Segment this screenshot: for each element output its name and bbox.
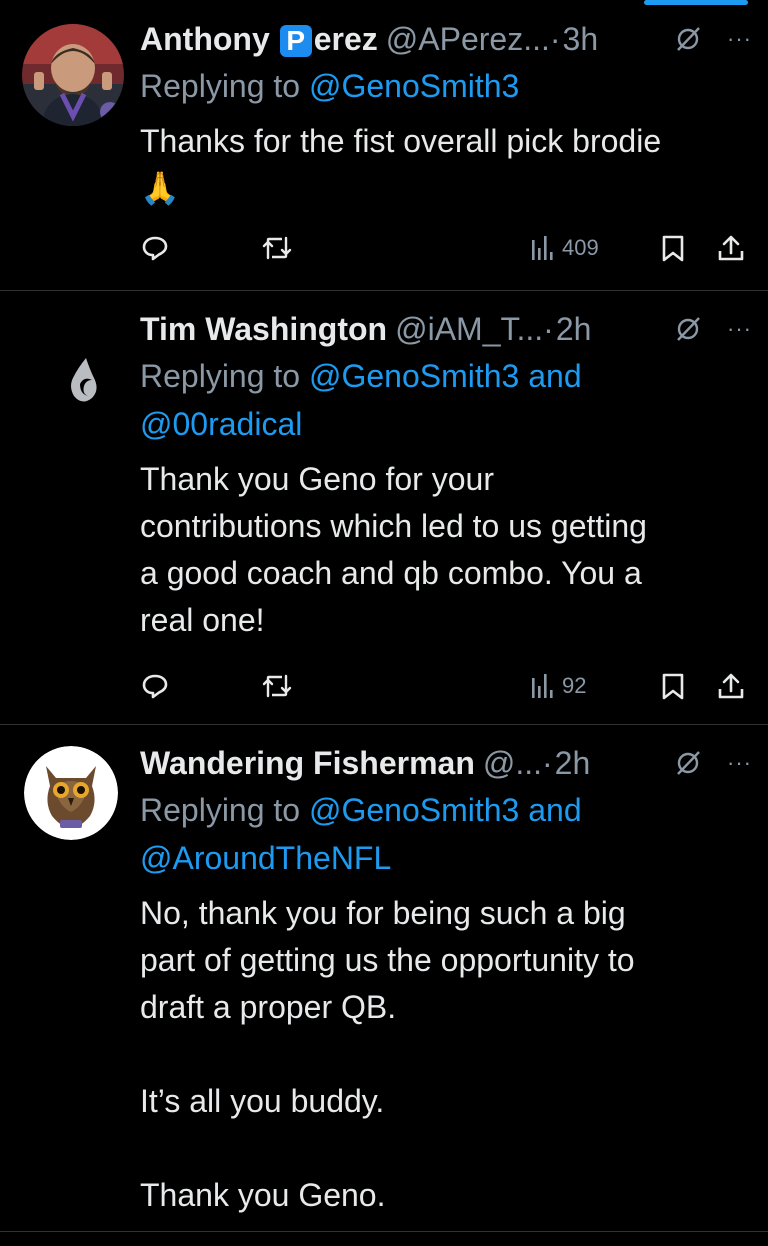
mute-icon[interactable] [673, 24, 703, 54]
replying-to: Replying to @GenoSmith3 [140, 62, 752, 110]
author-name[interactable]: Tim Washington [140, 308, 387, 350]
drop-logo-icon [22, 314, 124, 416]
views-icon [532, 674, 553, 698]
tweet-content: Anthony Perez @APerez... · 3h ··· Replyin… [140, 18, 752, 212]
tweet-content: Tim Washington @iAM_T... · 2h ··· Replyi… [140, 308, 752, 644]
bookmark-button[interactable] [660, 228, 686, 268]
share-button[interactable] [716, 666, 746, 706]
header-icons: ··· [673, 18, 752, 60]
reply-tweet[interactable]: Anthony Perez @APerez... · 3h ··· Replyin… [0, 0, 768, 290]
views-button[interactable]: 92 [530, 666, 586, 706]
owl-avatar-icon [24, 746, 118, 840]
mention-link[interactable]: @GenoSmith3 [309, 68, 519, 104]
share-icon [718, 235, 744, 261]
tweet-header: Anthony Perez @APerez... · 3h ··· [140, 18, 752, 60]
bookmark-icon [662, 673, 684, 700]
bookmark-icon [662, 235, 684, 262]
tweet-text: No, thank you for being such a big part … [140, 895, 635, 1213]
reply-icon [142, 236, 168, 261]
reply-icon [142, 674, 168, 699]
reply-tweet[interactable]: Tim Washington @iAM_T... · 2h ··· Replyi… [0, 290, 768, 724]
more-icon[interactable]: ··· [727, 18, 752, 60]
bookmark-button[interactable] [660, 666, 686, 706]
views-icon [532, 236, 553, 260]
header-icons: ··· [673, 742, 752, 784]
action-bar: 92 [140, 666, 746, 706]
share-button[interactable] [716, 228, 746, 268]
author-name-part: erez [313, 21, 378, 57]
more-icon[interactable]: ··· [727, 308, 752, 350]
avatar[interactable] [22, 24, 124, 126]
replying-to: Replying to @GenoSmith3 and @00radical [140, 352, 752, 448]
author-handle[interactable]: @iAM_T... [395, 308, 543, 350]
share-icon [718, 673, 744, 699]
separator-dot: · [542, 745, 553, 781]
timestamp[interactable]: 2h [555, 742, 591, 784]
avatar[interactable] [22, 314, 124, 416]
retweet-button[interactable] [260, 666, 294, 706]
author-handle[interactable]: @APerez... [386, 18, 550, 60]
avatar[interactable] [24, 746, 118, 840]
replying-to-label: Replying to [140, 792, 309, 828]
author-name[interactable]: Anthony Perez [140, 18, 378, 60]
timestamp[interactable]: 2h [556, 308, 592, 350]
tweet-header: Tim Washington @iAM_T... · 2h ··· [140, 308, 752, 350]
mention-joiner: and [519, 792, 582, 828]
replying-to-label: Replying to [140, 358, 309, 394]
mute-icon[interactable] [673, 748, 703, 778]
author-name-part: Anthony [140, 21, 270, 57]
mention-link[interactable]: @00radical [140, 406, 302, 442]
reply-tweet[interactable]: Wandering Fisherman @... · 2h ··· Replyi… [0, 724, 768, 1232]
reply-button[interactable] [140, 228, 170, 268]
separator-dot: · [549, 21, 561, 57]
mention-joiner: and [519, 358, 582, 394]
reply-button[interactable] [140, 666, 170, 706]
avatar-photo-icon [22, 24, 124, 126]
tweet-divider [0, 1231, 768, 1232]
author-handle[interactable]: @... [483, 742, 542, 784]
more-icon[interactable]: ··· [727, 742, 752, 784]
replying-to: Replying to @GenoSmith3 and @AroundTheNFL [140, 786, 752, 882]
action-bar: 409 [140, 228, 746, 268]
views-button[interactable]: 409 [530, 228, 599, 268]
replying-to-label: Replying to [140, 68, 309, 104]
retweet-button[interactable] [260, 228, 294, 268]
retweet-icon [262, 674, 292, 698]
mention-link[interactable]: @GenoSmith3 [309, 358, 519, 394]
timestamp[interactable]: 3h [563, 18, 599, 60]
mute-icon[interactable] [673, 314, 703, 344]
views-count: 92 [562, 673, 587, 698]
mention-link[interactable]: @GenoSmith3 [309, 792, 519, 828]
mention-link[interactable]: @AroundTheNFL [140, 840, 391, 876]
retweet-icon [262, 236, 292, 260]
name-badge: P [279, 25, 312, 57]
tweet-text: Thank you Geno for your contributions wh… [140, 461, 647, 638]
separator-dot: · [543, 311, 554, 347]
views-count: 409 [562, 235, 599, 260]
tweet-text: Thanks for the fist overall pick brodie … [140, 123, 662, 206]
tweet-header: Wandering Fisherman @... · 2h ··· [140, 742, 752, 784]
header-icons: ··· [673, 308, 752, 350]
tweet-content: Wandering Fisherman @... · 2h ··· Replyi… [140, 742, 752, 1219]
author-name[interactable]: Wandering Fisherman [140, 742, 475, 784]
